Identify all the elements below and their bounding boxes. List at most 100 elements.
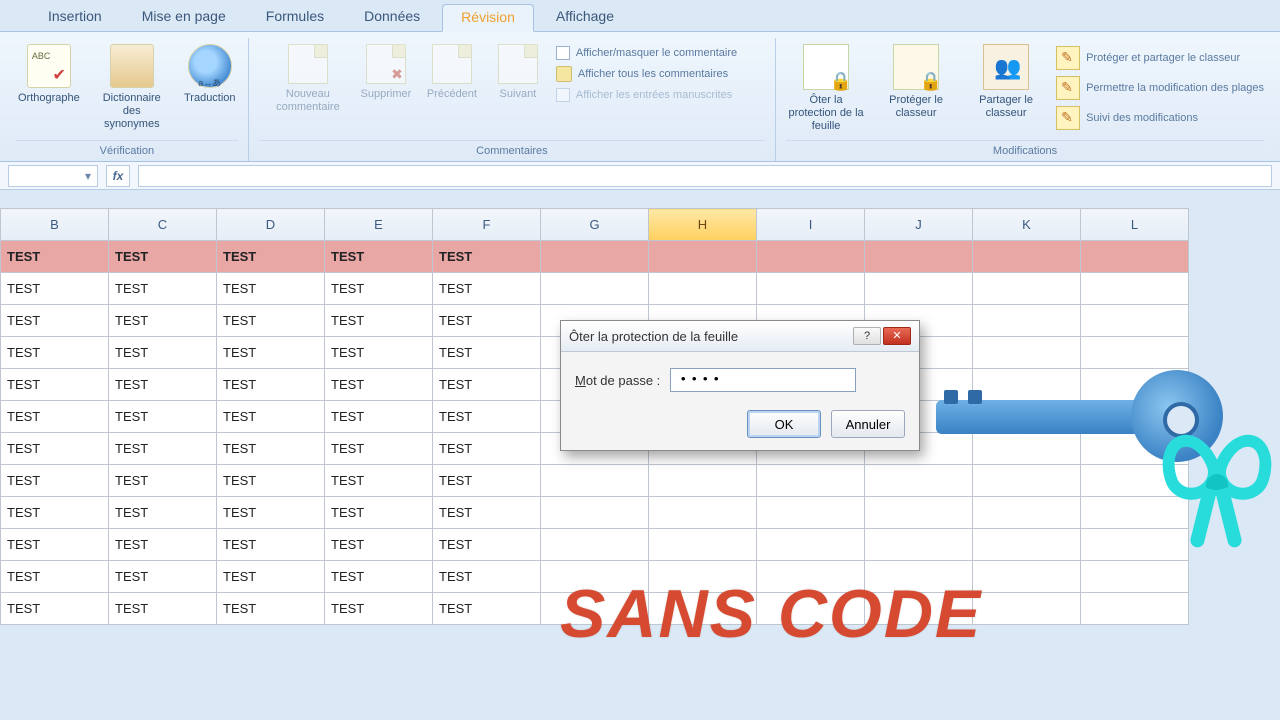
cell[interactable]: [649, 497, 757, 529]
cell[interactable]: [649, 273, 757, 305]
cell[interactable]: TEST: [325, 561, 433, 593]
cell[interactable]: [757, 273, 865, 305]
cell[interactable]: TEST: [109, 593, 217, 625]
dialog-help-button[interactable]: ?: [853, 327, 881, 345]
table-row[interactable]: TESTTESTTESTTESTTEST: [1, 241, 1189, 273]
cell[interactable]: [973, 561, 1081, 593]
cell[interactable]: TEST: [433, 497, 541, 529]
cell[interactable]: [865, 241, 973, 273]
cell[interactable]: TEST: [217, 273, 325, 305]
cell[interactable]: TEST: [433, 273, 541, 305]
toggle-show-hide-comment[interactable]: Afficher/masquer le commentaire: [556, 46, 756, 60]
cell[interactable]: TEST: [433, 337, 541, 369]
tab-affichage[interactable]: Affichage: [538, 4, 632, 31]
tab-insertion[interactable]: Insertion: [30, 4, 120, 31]
cell[interactable]: [973, 273, 1081, 305]
cell[interactable]: [649, 465, 757, 497]
allow-edit-ranges-button[interactable]: Permettre la modification des plages: [1056, 76, 1264, 100]
cell[interactable]: TEST: [325, 273, 433, 305]
cell[interactable]: TEST: [217, 497, 325, 529]
cell[interactable]: TEST: [325, 305, 433, 337]
cell[interactable]: TEST: [217, 465, 325, 497]
cell[interactable]: [757, 529, 865, 561]
cell[interactable]: TEST: [325, 433, 433, 465]
tab-donnees[interactable]: Données: [346, 4, 438, 31]
thesaurus-button[interactable]: Dictionnaire des synonymes: [92, 42, 172, 134]
cell[interactable]: TEST: [109, 529, 217, 561]
cell[interactable]: TEST: [325, 529, 433, 561]
cell[interactable]: TEST: [1, 561, 109, 593]
cell[interactable]: [649, 241, 757, 273]
cell[interactable]: TEST: [325, 497, 433, 529]
cell[interactable]: TEST: [433, 529, 541, 561]
cell[interactable]: TEST: [109, 369, 217, 401]
table-row[interactable]: TESTTESTTESTTESTTEST: [1, 273, 1189, 305]
cell[interactable]: TEST: [433, 465, 541, 497]
cell[interactable]: [1081, 273, 1189, 305]
cell[interactable]: [541, 529, 649, 561]
cell[interactable]: TEST: [217, 593, 325, 625]
cell[interactable]: [757, 241, 865, 273]
tab-revision[interactable]: Révision: [442, 4, 534, 32]
column-header[interactable]: J: [865, 209, 973, 241]
name-box[interactable]: ▾: [8, 165, 98, 187]
cell[interactable]: [1081, 241, 1189, 273]
track-changes-button[interactable]: Suivi des modifications: [1056, 106, 1264, 130]
protect-workbook-button[interactable]: Protéger le classeur: [876, 42, 956, 122]
cell[interactable]: TEST: [433, 433, 541, 465]
cell[interactable]: TEST: [109, 497, 217, 529]
cell[interactable]: [649, 529, 757, 561]
protect-and-share-button[interactable]: Protéger et partager le classeur: [1056, 46, 1264, 70]
column-header[interactable]: I: [757, 209, 865, 241]
cell[interactable]: [1081, 593, 1189, 625]
cell[interactable]: TEST: [1, 305, 109, 337]
cell[interactable]: [757, 497, 865, 529]
cell[interactable]: TEST: [217, 305, 325, 337]
cell[interactable]: [541, 241, 649, 273]
cell[interactable]: TEST: [1, 273, 109, 305]
column-header[interactable]: C: [109, 209, 217, 241]
toggle-show-all-comments[interactable]: Afficher tous les commentaires: [556, 66, 756, 82]
cell[interactable]: TEST: [1, 465, 109, 497]
cell[interactable]: [973, 593, 1081, 625]
column-header[interactable]: E: [325, 209, 433, 241]
cell[interactable]: [541, 465, 649, 497]
cell[interactable]: TEST: [325, 369, 433, 401]
cell[interactable]: TEST: [325, 593, 433, 625]
cell[interactable]: TEST: [109, 273, 217, 305]
cell[interactable]: TEST: [433, 593, 541, 625]
cell[interactable]: TEST: [1, 497, 109, 529]
cell[interactable]: TEST: [109, 561, 217, 593]
translate-button[interactable]: Traduction: [182, 42, 238, 107]
cell[interactable]: TEST: [217, 337, 325, 369]
cell[interactable]: TEST: [217, 369, 325, 401]
cancel-button[interactable]: Annuler: [831, 410, 905, 438]
dialog-close-button[interactable]: ✕: [883, 327, 911, 345]
cell[interactable]: TEST: [433, 369, 541, 401]
cell[interactable]: TEST: [1, 369, 109, 401]
cell[interactable]: TEST: [325, 401, 433, 433]
cell[interactable]: TEST: [433, 241, 541, 273]
cell[interactable]: TEST: [109, 401, 217, 433]
cell[interactable]: TEST: [109, 465, 217, 497]
dialog-titlebar[interactable]: Ôter la protection de la feuille ? ✕: [561, 321, 919, 352]
column-header[interactable]: B: [1, 209, 109, 241]
cell[interactable]: [973, 241, 1081, 273]
cell[interactable]: TEST: [1, 401, 109, 433]
share-workbook-button[interactable]: Partager le classeur: [966, 42, 1046, 122]
cell[interactable]: TEST: [325, 241, 433, 273]
cell[interactable]: TEST: [433, 401, 541, 433]
cell[interactable]: [541, 497, 649, 529]
cell[interactable]: [865, 273, 973, 305]
cell[interactable]: TEST: [433, 561, 541, 593]
cell[interactable]: TEST: [109, 337, 217, 369]
column-header[interactable]: K: [973, 209, 1081, 241]
cell[interactable]: TEST: [325, 465, 433, 497]
cell[interactable]: TEST: [217, 433, 325, 465]
cell[interactable]: TEST: [217, 241, 325, 273]
cell[interactable]: TEST: [109, 433, 217, 465]
column-header[interactable]: G: [541, 209, 649, 241]
ok-button[interactable]: OK: [747, 410, 821, 438]
cell[interactable]: [757, 465, 865, 497]
cell[interactable]: TEST: [109, 305, 217, 337]
